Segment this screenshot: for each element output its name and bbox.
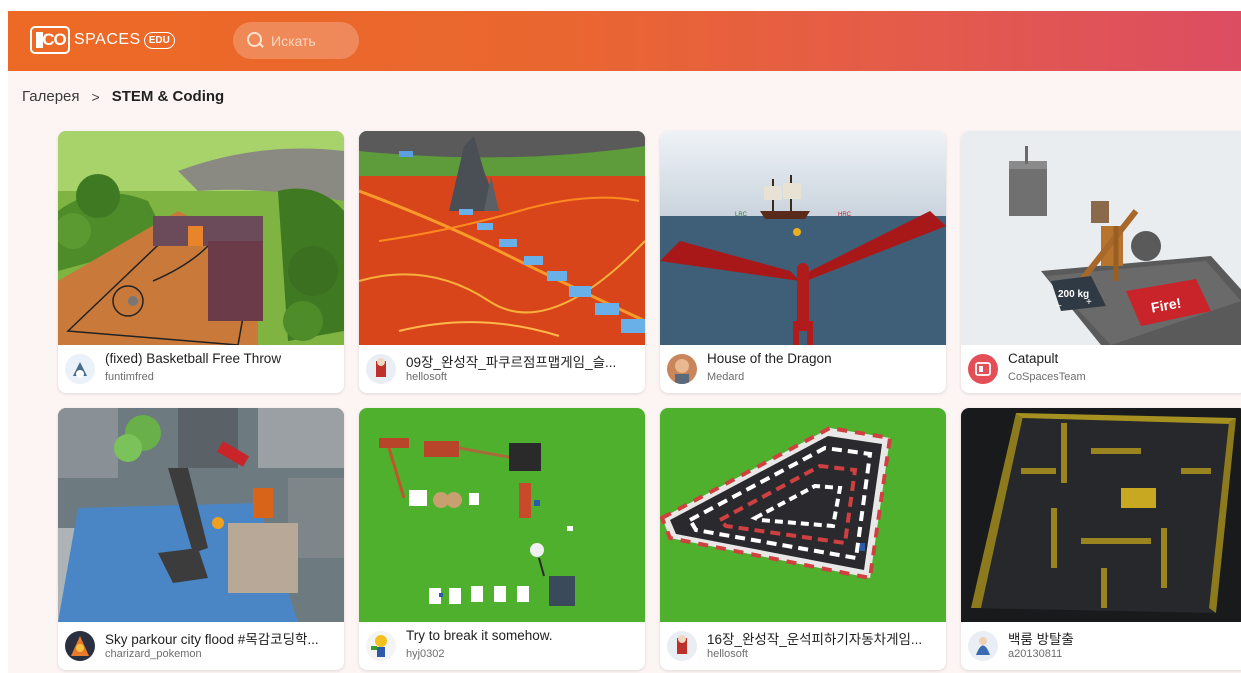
author-avatar xyxy=(366,354,396,384)
ship-label-left: LRC xyxy=(735,212,748,218)
author-avatar xyxy=(366,631,396,661)
ship-label-right: HRC xyxy=(838,212,852,218)
author-avatar xyxy=(667,354,697,384)
card-thumbnail[interactable] xyxy=(58,131,344,345)
card-thumbnail[interactable] xyxy=(961,408,1241,622)
card-thumbnail[interactable] xyxy=(660,408,946,622)
card-author[interactable]: hellosoft xyxy=(406,371,447,383)
basketball-scene xyxy=(58,131,344,345)
breadcrumb-gallery-link[interactable]: Галерея xyxy=(22,88,80,105)
gallery-card[interactable]: 16장_완성작_운석피하기자동차게임... hellosoft xyxy=(660,408,946,670)
catapult-minus-label: − xyxy=(1056,301,1062,312)
card-title[interactable]: 09장_완성작_파쿠르점프맵게임_슬... xyxy=(406,351,638,371)
author-avatar xyxy=(968,354,998,384)
lava-parkour-scene xyxy=(359,131,645,345)
logo-co-mark: CO xyxy=(30,26,70,54)
breadcrumb-current: STEM & Coding xyxy=(111,88,225,105)
race-track-scene xyxy=(660,408,946,622)
gallery-card[interactable]: 백룸 방탈출 a20130811 xyxy=(961,408,1241,670)
card-title[interactable]: 16장_완성작_운석피하기자동차게임... xyxy=(707,628,939,648)
gallery-card[interactable]: LRC HRC House of the Dragon Medard xyxy=(660,131,946,393)
gallery-card[interactable]: 09장_완성작_파쿠르점프맵게임_슬... hellosoft xyxy=(359,131,645,393)
card-author[interactable]: charizard_pokemon xyxy=(105,648,202,660)
top-bar: CO SPACES EDU xyxy=(8,11,1241,71)
catapult-value-label: 200 kg xyxy=(1058,289,1089,300)
author-avatar xyxy=(65,631,95,661)
logo-edu-badge: EDU xyxy=(143,31,175,49)
card-author[interactable]: hyj0302 xyxy=(406,648,445,660)
breadcrumb-separator: > xyxy=(91,88,100,105)
gallery-card[interactable]: 200 kg − + Fire! Catapult CoSpacesTeam xyxy=(961,131,1241,393)
logo-wordmark: SPACES xyxy=(74,31,141,48)
card-thumbnail[interactable]: LRC HRC xyxy=(660,131,946,345)
search-box[interactable] xyxy=(233,22,359,59)
card-author[interactable]: a20130811 xyxy=(1008,648,1062,660)
gallery-card[interactable]: Sky parkour city flood #목감코딩학... chariza… xyxy=(58,408,344,670)
catapult-scene: 200 kg − + Fire! xyxy=(961,131,1241,345)
card-thumbnail[interactable] xyxy=(58,408,344,622)
card-author[interactable]: funtimfred xyxy=(105,371,154,383)
backrooms-scene xyxy=(961,408,1241,622)
author-avatar xyxy=(65,354,95,384)
catapult-plus-label: + xyxy=(1086,297,1092,308)
card-author[interactable]: CoSpacesTeam xyxy=(1008,371,1086,383)
breadcrumb: Галерея > STEM & Coding xyxy=(22,88,224,105)
card-title[interactable]: (fixed) Basketball Free Throw xyxy=(105,351,337,366)
author-avatar xyxy=(667,631,697,661)
author-avatar xyxy=(968,631,998,661)
gallery-card[interactable]: (fixed) Basketball Free Throw funtimfred xyxy=(58,131,344,393)
dragon-scene: LRC HRC xyxy=(660,131,946,345)
city-parkour-scene xyxy=(58,408,344,622)
break-it-scene xyxy=(359,408,645,622)
card-title[interactable]: Try to break it somehow. xyxy=(406,628,638,643)
search-input[interactable] xyxy=(271,32,351,49)
gallery-card[interactable]: Try to break it somehow. hyj0302 xyxy=(359,408,645,670)
search-icon xyxy=(247,31,265,50)
card-title[interactable]: Sky parkour city flood #목감코딩학... xyxy=(105,628,337,648)
card-thumbnail[interactable] xyxy=(359,131,645,345)
card-author[interactable]: Medard xyxy=(707,371,744,383)
card-author[interactable]: hellosoft xyxy=(707,648,748,660)
card-title[interactable]: 백룸 방탈출 xyxy=(1008,628,1240,648)
card-thumbnail[interactable]: 200 kg − + Fire! xyxy=(961,131,1241,345)
card-title[interactable]: Catapult xyxy=(1008,351,1240,366)
cospaces-logo[interactable]: CO SPACES EDU xyxy=(30,26,175,54)
card-thumbnail[interactable] xyxy=(359,408,645,622)
card-title[interactable]: House of the Dragon xyxy=(707,351,939,366)
